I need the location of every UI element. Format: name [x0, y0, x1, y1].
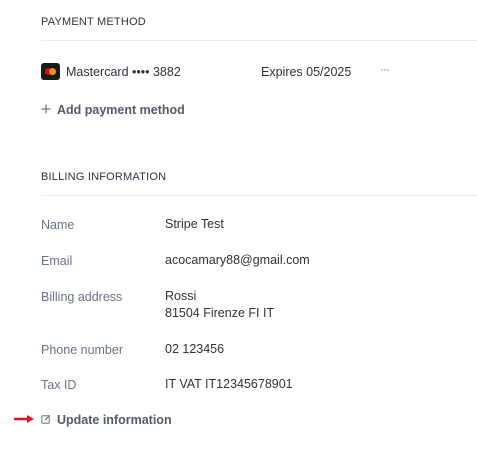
- payment-method-heading: PAYMENT METHOD: [41, 16, 146, 28]
- billing-information-divider: [41, 195, 477, 196]
- add-payment-method-label: Add payment method: [57, 103, 185, 117]
- phone-number-value: 02 123456: [165, 342, 225, 356]
- phone-number-label: Phone number: [41, 343, 124, 357]
- payment-method-row: Mastercard •••• 3882 Expires 05/2025 ···: [41, 62, 477, 82]
- billing-address-label: Billing address: [41, 290, 123, 304]
- card-expiry: Expires 05/2025: [261, 65, 352, 79]
- plus-icon: [41, 103, 52, 117]
- edit-icon: [41, 413, 52, 427]
- update-information-label: Update information: [57, 413, 172, 427]
- name-label: Name: [41, 218, 75, 232]
- update-information-button[interactable]: Update information: [41, 413, 172, 427]
- red-arrow-icon: [14, 415, 34, 423]
- more-options-icon[interactable]: ···: [380, 62, 390, 76]
- tax-id-label: Tax ID: [41, 378, 77, 392]
- billing-information-heading: BILLING INFORMATION: [41, 171, 167, 183]
- billing-address-line1: Rossi: [165, 289, 197, 303]
- email-value: acocamary88@gmail.com: [165, 253, 310, 267]
- name-value: Stripe Test: [165, 217, 224, 231]
- mastercard-logo-icon: [41, 63, 60, 80]
- email-label: Email: [41, 254, 73, 268]
- billing-address-line2: 81504 Firenze FI IT: [165, 306, 275, 320]
- tax-id-value: IT VAT IT12345678901: [165, 377, 293, 391]
- payment-method-divider: [41, 40, 477, 41]
- card-brand-last4: Mastercard •••• 3882: [66, 65, 181, 79]
- add-payment-method-button[interactable]: Add payment method: [41, 103, 185, 117]
